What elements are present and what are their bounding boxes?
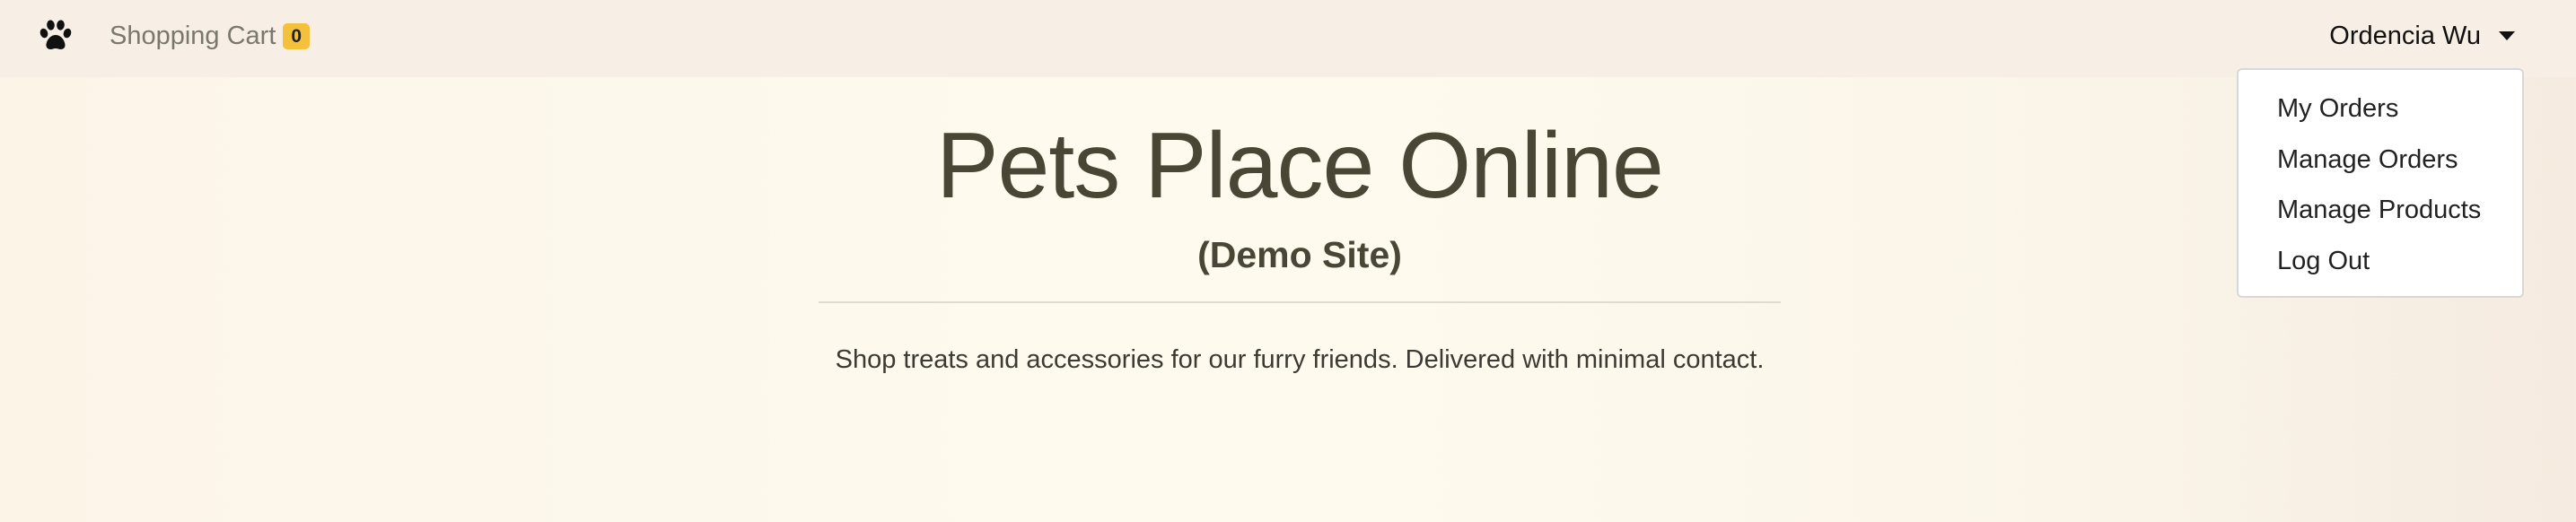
cart-count-badge: 0 xyxy=(283,22,311,49)
caret-down-icon xyxy=(2499,31,2515,40)
shopping-cart-label: Shopping Cart xyxy=(110,21,276,50)
paw-icon[interactable] xyxy=(38,18,74,54)
tagline: Shop treats and accessories for our furr… xyxy=(835,345,1765,374)
shopping-cart-link[interactable]: Shopping Cart 0 xyxy=(110,18,311,54)
page-subtitle: (Demo Site) xyxy=(1197,234,1402,275)
divider xyxy=(819,301,1781,303)
page-title: Pets Place Online xyxy=(936,114,1664,218)
user-menu-toggle[interactable]: Ordencia Wu xyxy=(2329,18,2515,54)
top-navbar: Shopping Cart 0 Ordencia Wu xyxy=(0,0,2576,77)
user-name: Ordencia Wu xyxy=(2329,21,2481,50)
